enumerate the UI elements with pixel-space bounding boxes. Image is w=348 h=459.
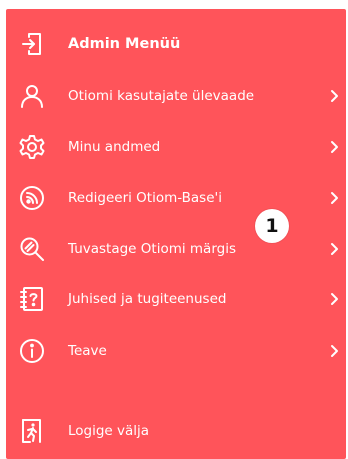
rss-icon: [18, 184, 46, 212]
chevron-right-icon: [326, 139, 342, 155]
exit-icon: [18, 417, 46, 445]
menu-item-label: Tuvastage Otiomi märgis: [68, 241, 236, 257]
info-icon: [18, 337, 46, 365]
logout-button[interactable]: Logige välja: [6, 409, 346, 453]
search-tag-icon: [18, 235, 46, 263]
menu-header: Admin Menüü: [6, 22, 346, 66]
menu-item-guides-support[interactable]: Juhised ja tugiteenused: [6, 277, 346, 321]
user-icon: [18, 82, 46, 110]
chevron-right-icon: [326, 190, 342, 206]
admin-menu-panel: Admin Menüü Otiomi kasutajate ülevaade M…: [6, 9, 346, 459]
menu-item-edit-otiom-base[interactable]: Redigeeri Otiom-Base'i: [6, 176, 346, 220]
menu-title: Admin Menüü: [68, 36, 181, 52]
menu-item-user-overview[interactable]: Otiomi kasutajate ülevaade: [6, 74, 346, 118]
chevron-right-icon: [326, 241, 342, 257]
help-book-icon: [18, 285, 46, 313]
menu-item-identify-tag[interactable]: Tuvastage Otiomi märgis: [6, 227, 346, 271]
chevron-right-icon: [326, 343, 342, 359]
menu-item-label: Otiomi kasutajate ülevaade: [68, 88, 255, 104]
menu-item-info[interactable]: Teave: [6, 329, 346, 373]
chevron-right-icon: [326, 291, 342, 307]
menu-item-my-data[interactable]: Minu andmed: [6, 125, 346, 169]
gear-icon: [18, 133, 46, 161]
step-number-badge: 1: [255, 209, 289, 243]
login-icon: [18, 30, 46, 58]
logout-label: Logige välja: [68, 423, 150, 439]
chevron-right-icon: [326, 88, 342, 104]
menu-item-label: Juhised ja tugiteenused: [68, 291, 227, 307]
menu-item-label: Redigeeri Otiom-Base'i: [68, 190, 222, 206]
menu-item-label: Teave: [68, 343, 107, 359]
menu-item-label: Minu andmed: [68, 139, 161, 155]
